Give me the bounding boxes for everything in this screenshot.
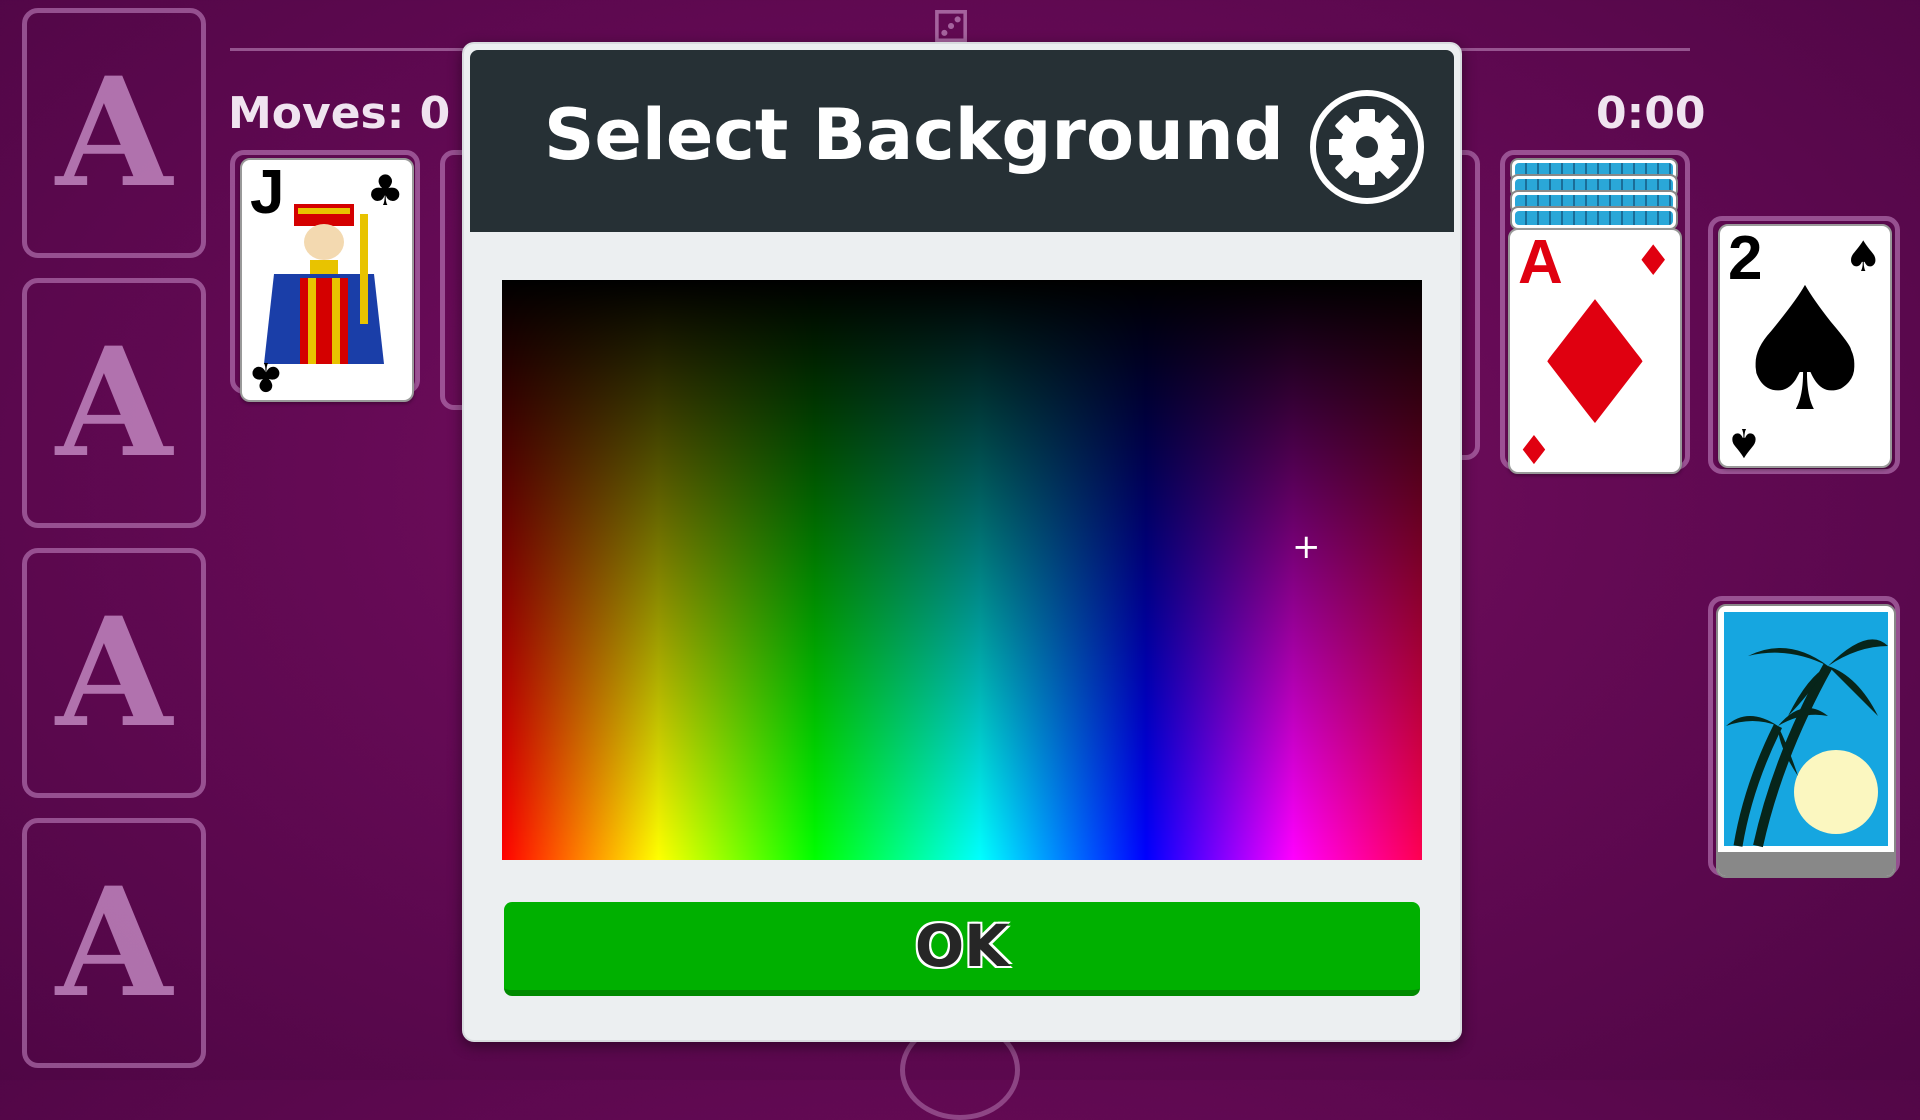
ok-button-label: OK <box>914 912 1010 980</box>
color-picker-spectrum[interactable]: + <box>502 280 1422 860</box>
select-background-dialog: Select Background + OK <box>462 42 1462 1042</box>
timer: 0:00 <box>1596 88 1706 139</box>
palm-tree-icon <box>1724 612 1888 848</box>
dialog-header: Select Background <box>470 50 1454 232</box>
foundation-slot-2[interactable]: A <box>22 278 206 528</box>
card-back <box>1510 206 1678 230</box>
jack-portrait-icon <box>264 204 384 364</box>
club-icon: ♣ <box>248 353 284 399</box>
spade-icon: ♠ <box>1726 419 1762 465</box>
moves-counter: Moves: 0 <box>228 88 451 139</box>
card-two-spades[interactable]: 2 ♠ ♠ ♠ <box>1718 224 1892 468</box>
foundation-slot-1[interactable]: A <box>22 8 206 258</box>
card-jack-clubs[interactable]: J ♣ ♣ <box>240 158 414 402</box>
spade-icon: ♠ <box>1728 252 1882 450</box>
picker-crosshair[interactable]: + <box>1292 530 1321 564</box>
dialog-title: Select Background <box>544 94 1284 176</box>
foundation-letter: A <box>55 585 173 761</box>
foundation-slot-4[interactable]: A <box>22 818 206 1068</box>
card-ace-diamonds[interactable]: A ♦ ♦ ♦ <box>1508 228 1682 474</box>
stock-pile[interactable] <box>1716 604 1896 878</box>
foundation-slot-3[interactable]: A <box>22 548 206 798</box>
gear-icon[interactable] <box>1308 88 1426 206</box>
ok-button[interactable]: OK <box>504 902 1420 996</box>
foundation-letter: A <box>55 45 173 221</box>
foundation-letter: A <box>55 855 173 1031</box>
card-edge <box>1718 852 1894 876</box>
foundation-letter: A <box>55 315 173 491</box>
diamond-icon: ♦ <box>1516 425 1552 471</box>
